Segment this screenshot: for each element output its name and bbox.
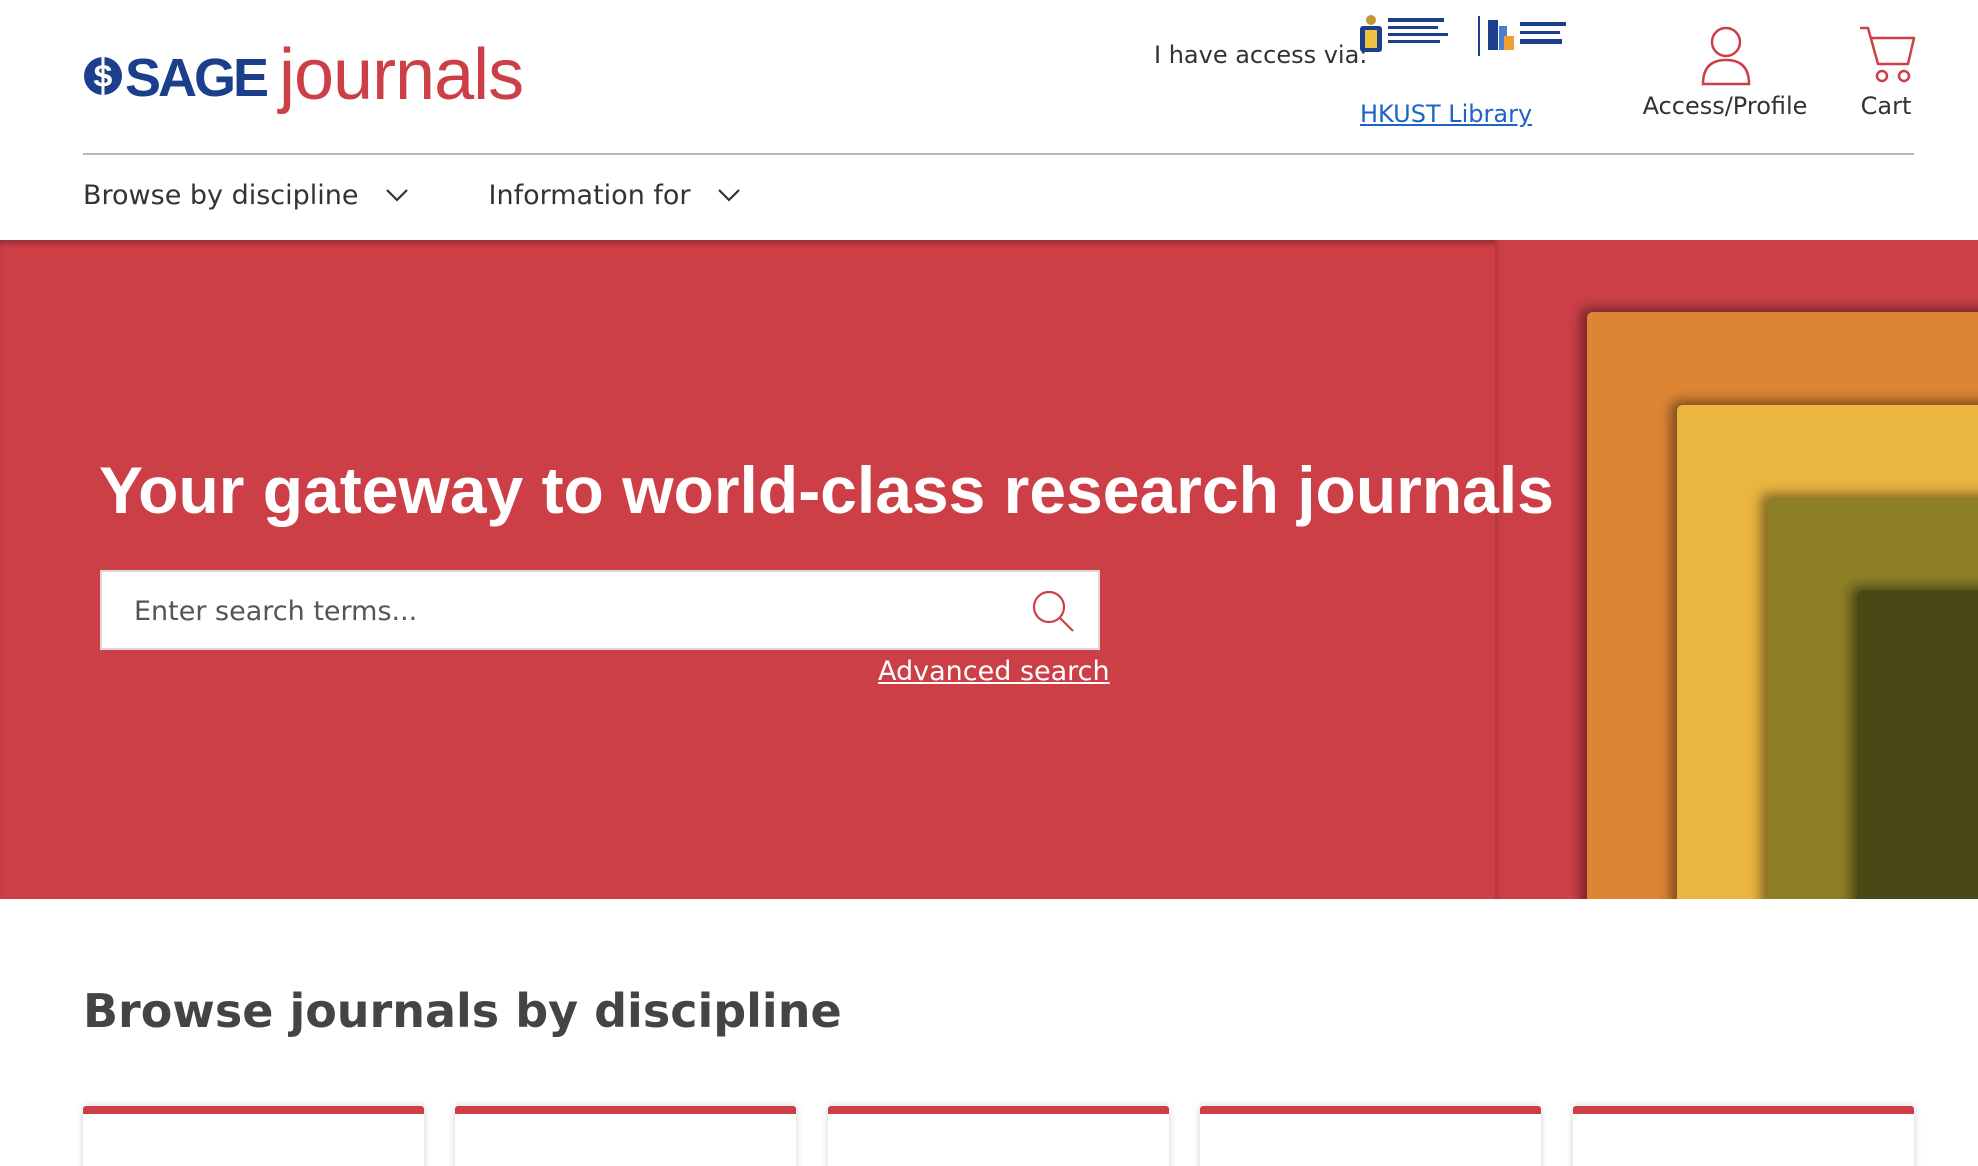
discipline-card[interactable]: [1573, 1106, 1914, 1166]
main-nav: Browse by discipline Information for: [83, 170, 821, 220]
access-profile-label: Access/Profile: [1642, 92, 1808, 120]
hero-title: Your gateway to world-class research jou…: [99, 453, 1554, 527]
cart-label: Cart: [1860, 92, 1912, 120]
search-icon[interactable]: [1030, 588, 1076, 634]
hkust-library-link[interactable]: HKUST Library: [1360, 100, 1532, 128]
cart-icon: [1860, 26, 1916, 83]
advanced-search-link[interactable]: Advanced search: [878, 656, 1110, 687]
sage-s-logo-icon: S: [84, 54, 122, 98]
hero-banner: Your gateway to world-class research jou…: [0, 240, 1978, 899]
discipline-cards: [83, 1106, 1914, 1166]
discipline-card[interactable]: [1200, 1106, 1541, 1166]
nav-information-for[interactable]: Information for: [489, 180, 741, 211]
discipline-card[interactable]: [455, 1106, 796, 1166]
chevron-down-icon: [717, 189, 740, 202]
institution-logos: [1360, 15, 1566, 56]
logo-journals-text: journals: [279, 35, 524, 115]
nav-browse-by-discipline[interactable]: Browse by discipline: [83, 180, 409, 211]
search-input[interactable]: [134, 590, 1014, 632]
nav-information-for-label: Information for: [488, 179, 691, 211]
user-profile-icon: [1701, 26, 1751, 86]
discipline-card[interactable]: [828, 1106, 1169, 1166]
lee-shau-kee-library-logo-icon: [1488, 20, 1566, 50]
header-divider: [83, 153, 1914, 155]
access-via-label: I have access via:: [1154, 41, 1368, 69]
hkust-logo-icon: [1360, 15, 1448, 52]
logo-sage-text: SAGE: [125, 48, 269, 108]
access-profile-button[interactable]: Access/Profile: [1640, 22, 1810, 126]
search-box: [100, 570, 1100, 650]
hero-decorative-art: [1495, 240, 1978, 899]
discipline-card[interactable]: [83, 1106, 424, 1166]
nav-browse-by-discipline-label: Browse by discipline: [83, 179, 359, 211]
browse-section-title: Browse journals by discipline: [83, 984, 842, 1038]
chevron-down-icon: [385, 189, 408, 202]
cart-button[interactable]: Cart: [1846, 22, 1926, 126]
